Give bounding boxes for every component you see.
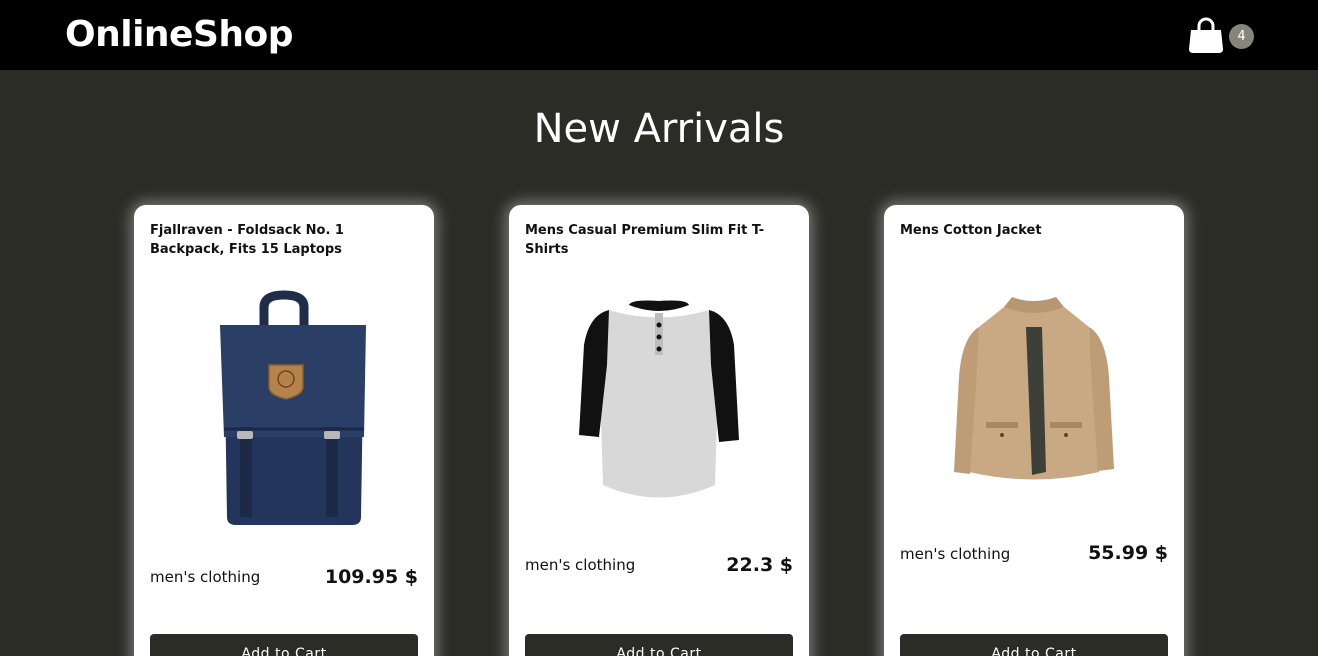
shopping-bag-icon: [1189, 17, 1223, 53]
product-image-backpack[interactable]: [154, 287, 414, 537]
product-price: 55.99 $: [1088, 542, 1168, 564]
brand-logo-link[interactable]: OnlineShop: [65, 12, 294, 58]
product-image-tshirt[interactable]: [529, 285, 789, 535]
product-card: Fjallraven - Foldsack No. 1 Backpack, Fi…: [134, 205, 434, 656]
product-card: Mens Casual Premium Slim Fit T-Shirts me…: [509, 205, 809, 656]
add-to-cart-button[interactable]: Add to Cart: [525, 634, 793, 656]
product-price: 22.3 $: [726, 554, 793, 576]
top-navbar: OnlineShop 4: [0, 0, 1318, 70]
add-to-cart-button[interactable]: Add to Cart: [900, 634, 1168, 656]
page-title: New Arrivals: [533, 106, 785, 152]
product-card: Mens Cotton Jacket men's clothing 55.99 …: [884, 205, 1184, 656]
cart-count-badge: 4: [1229, 24, 1254, 49]
product-title[interactable]: Mens Casual Premium Slim Fit T-Shirts: [525, 221, 793, 259]
product-title[interactable]: Fjallraven - Foldsack No. 1 Backpack, Fi…: [150, 221, 418, 259]
product-category: men's clothing: [525, 556, 636, 574]
product-category: men's clothing: [150, 568, 261, 586]
product-category: men's clothing: [900, 545, 1011, 563]
add-to-cart-button[interactable]: Add to Cart: [150, 634, 418, 656]
cart-button[interactable]: 4: [1188, 16, 1258, 56]
product-title[interactable]: Mens Cotton Jacket: [900, 221, 1168, 240]
product-price: 109.95 $: [324, 566, 418, 588]
product-image-jacket[interactable]: [904, 297, 1164, 547]
